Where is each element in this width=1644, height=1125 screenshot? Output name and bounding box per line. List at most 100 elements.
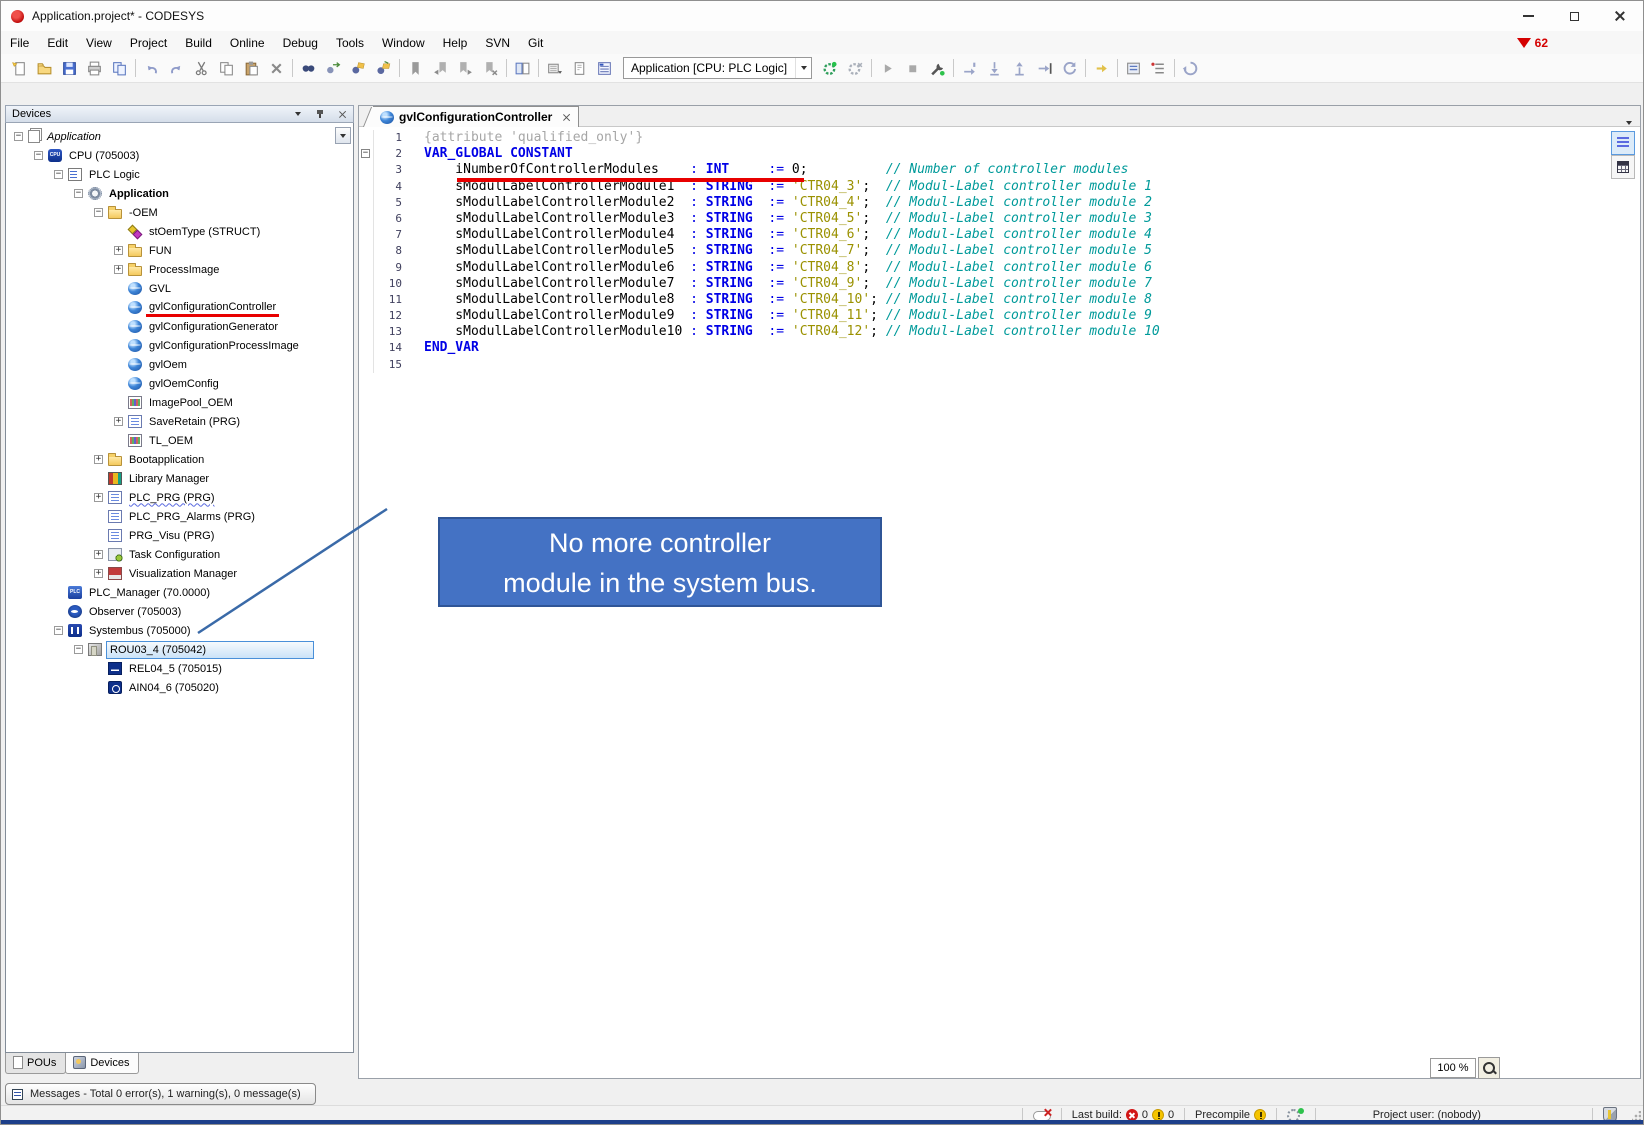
expand-icon[interactable]: +: [114, 246, 123, 255]
menu-git[interactable]: Git: [519, 33, 552, 53]
menu-edit[interactable]: Edit: [38, 33, 77, 53]
window-menu-icon[interactable]: [291, 108, 305, 121]
tree-item-observer-705003[interactable]: Observer (705003): [6, 602, 353, 621]
flow-control-button[interactable]: [1121, 56, 1146, 81]
tree-item-cpu-705003[interactable]: −CPU (705003): [6, 146, 353, 165]
menu-help[interactable]: Help: [434, 33, 477, 53]
replace-button[interactable]: [321, 56, 346, 81]
code-line-11[interactable]: sModulLabelControllerModule8 : STRING :=…: [424, 292, 1160, 308]
fold-collapse-icon[interactable]: [359, 146, 374, 162]
undo-button[interactable]: [139, 56, 164, 81]
tree-item-ain04-6-705020[interactable]: AIN04_6 (705020): [6, 678, 353, 697]
menu-view[interactable]: View: [77, 33, 121, 53]
tree-item-gvl[interactable]: GVL: [6, 279, 353, 298]
tab-pous[interactable]: POUs: [5, 1053, 66, 1074]
tree-item-rel04-5-705015[interactable]: REL04_5 (705015): [6, 659, 353, 678]
menu-svn[interactable]: SVN: [476, 33, 519, 53]
tree-item-stoemtype-struct[interactable]: stOemType (STRUCT): [6, 222, 353, 241]
collapse-icon[interactable]: −: [54, 170, 63, 179]
new-file-button[interactable]: [7, 56, 32, 81]
code-line-15[interactable]: [424, 357, 1160, 373]
tree-item-tl-oem[interactable]: TL_OEM: [6, 431, 353, 450]
previous-bookmark-button[interactable]: [428, 56, 453, 81]
code-line-8[interactable]: sModulLabelControllerModule5 : STRING :=…: [424, 243, 1160, 259]
close-tab-icon[interactable]: [563, 114, 570, 121]
tree-item-prg-visu-prg[interactable]: PRG_Visu (PRG): [6, 526, 353, 545]
maximize-button[interactable]: [1551, 1, 1597, 31]
tree-item-visualization-manager[interactable]: +Visualization Manager: [6, 564, 353, 583]
tree-item-plc-manager-70-0000[interactable]: PLC_Manager (70.0000): [6, 583, 353, 602]
tree-item-task-configuration[interactable]: +Task Configuration: [6, 545, 353, 564]
next-bookmark-button[interactable]: [453, 56, 478, 81]
menu-debug[interactable]: Debug: [274, 33, 327, 53]
collapse-icon[interactable]: −: [74, 189, 83, 198]
show-next-statement-button[interactable]: [1089, 56, 1114, 81]
code-line-14[interactable]: END_VAR: [424, 340, 1160, 356]
tree-item-bootapplication[interactable]: +Bootapplication: [6, 450, 353, 469]
close-button[interactable]: [1597, 1, 1643, 31]
redo-button[interactable]: [164, 56, 189, 81]
expand-icon[interactable]: +: [114, 417, 123, 426]
compare-objects-button[interactable]: [510, 56, 535, 81]
zoom-level[interactable]: 100 %: [1430, 1058, 1476, 1078]
tree-item-imagepool-oem[interactable]: ImagePool_OEM: [6, 393, 353, 412]
menu-file[interactable]: File: [1, 33, 38, 53]
tree-item-gvlconfigurationcontroller[interactable]: gvlConfigurationController: [6, 298, 353, 317]
clean-button[interactable]: [567, 56, 592, 81]
close-panel-icon[interactable]: [335, 108, 349, 121]
minimize-button[interactable]: [1505, 1, 1551, 31]
tree-item-systembus-705000[interactable]: −Systembus (705000): [6, 621, 353, 640]
clear-bookmarks-button[interactable]: [478, 56, 503, 81]
step-over-button[interactable]: [957, 56, 982, 81]
find-objects-button[interactable]: [346, 56, 371, 81]
tree-item-processimage[interactable]: +ProcessImage: [6, 260, 353, 279]
expand-icon[interactable]: +: [94, 569, 103, 578]
tree-item-plc-prg-prg[interactable]: +PLC_PRG (PRG): [6, 488, 353, 507]
code-line-1[interactable]: {attribute 'qualified_only'}: [424, 130, 1160, 146]
collapse-icon[interactable]: −: [54, 626, 63, 635]
expand-icon[interactable]: +: [94, 493, 103, 502]
menu-online[interactable]: Online: [221, 33, 274, 53]
device-communication-button[interactable]: [592, 56, 617, 81]
collapse-icon[interactable]: −: [94, 208, 103, 217]
tree-item-gvloem[interactable]: gvlOem: [6, 355, 353, 374]
tree-item-oem[interactable]: −-OEM: [6, 203, 353, 222]
code-line-10[interactable]: sModulLabelControllerModule7 : STRING :=…: [424, 276, 1160, 292]
code-line-12[interactable]: sModulLabelControllerModule9 : STRING :=…: [424, 308, 1160, 324]
tree-item-plc-logic[interactable]: −PLC Logic: [6, 165, 353, 184]
code-line-7[interactable]: sModulLabelControllerModule4 : STRING :=…: [424, 227, 1160, 243]
expand-icon[interactable]: +: [114, 265, 123, 274]
tree-item-library-manager[interactable]: Library Manager: [6, 469, 353, 488]
build-button[interactable]: [542, 56, 567, 81]
code-line-3[interactable]: iNumberOfControllerModules : INT := 0; /…: [424, 162, 1160, 178]
editor-tab-gvlconfigurationcontroller[interactable]: gvlConfigurationController: [373, 106, 579, 127]
tree-item-fun[interactable]: +FUN: [6, 241, 353, 260]
tree-item-gvlconfigurationprocessimage[interactable]: gvlConfigurationProcessImage: [6, 336, 353, 355]
code-line-13[interactable]: sModulLabelControllerModule10 : STRING :…: [424, 324, 1160, 340]
print-button[interactable]: [82, 56, 107, 81]
collapse-icon[interactable]: −: [14, 132, 23, 141]
stop-button[interactable]: [900, 56, 925, 81]
run-to-cursor-button[interactable]: [1032, 56, 1057, 81]
delete-button[interactable]: [264, 56, 289, 81]
tree-item-saveretain-prg[interactable]: +SaveRetain (PRG): [6, 412, 353, 431]
menu-tools[interactable]: Tools: [327, 33, 373, 53]
login-button[interactable]: [818, 56, 843, 81]
tree-item-application[interactable]: −Application: [6, 127, 353, 146]
code-line-9[interactable]: sModulLabelControllerModule6 : STRING :=…: [424, 260, 1160, 276]
zoom-button[interactable]: [1478, 1057, 1500, 1079]
menu-build[interactable]: Build: [176, 33, 221, 53]
paste-button[interactable]: [239, 56, 264, 81]
online-config-button[interactable]: [925, 56, 950, 81]
tree-item-plc-prg-alarms-prg[interactable]: PLC_PRG_Alarms (PRG): [6, 507, 353, 526]
tree-item-rou03-4-705042[interactable]: −ROU03_4 (705042): [6, 640, 353, 659]
find-button[interactable]: [296, 56, 321, 81]
tree-item-application[interactable]: −Application: [6, 184, 353, 203]
single-cycle-button[interactable]: [1178, 56, 1203, 81]
open-project-button[interactable]: [32, 56, 57, 81]
breakpoints-dialog-button[interactable]: [1146, 56, 1171, 81]
copy-pages-button[interactable]: [107, 56, 132, 81]
logout-button[interactable]: [843, 56, 868, 81]
code-line-6[interactable]: sModulLabelControllerModule3 : STRING :=…: [424, 211, 1160, 227]
copy-button[interactable]: [214, 56, 239, 81]
